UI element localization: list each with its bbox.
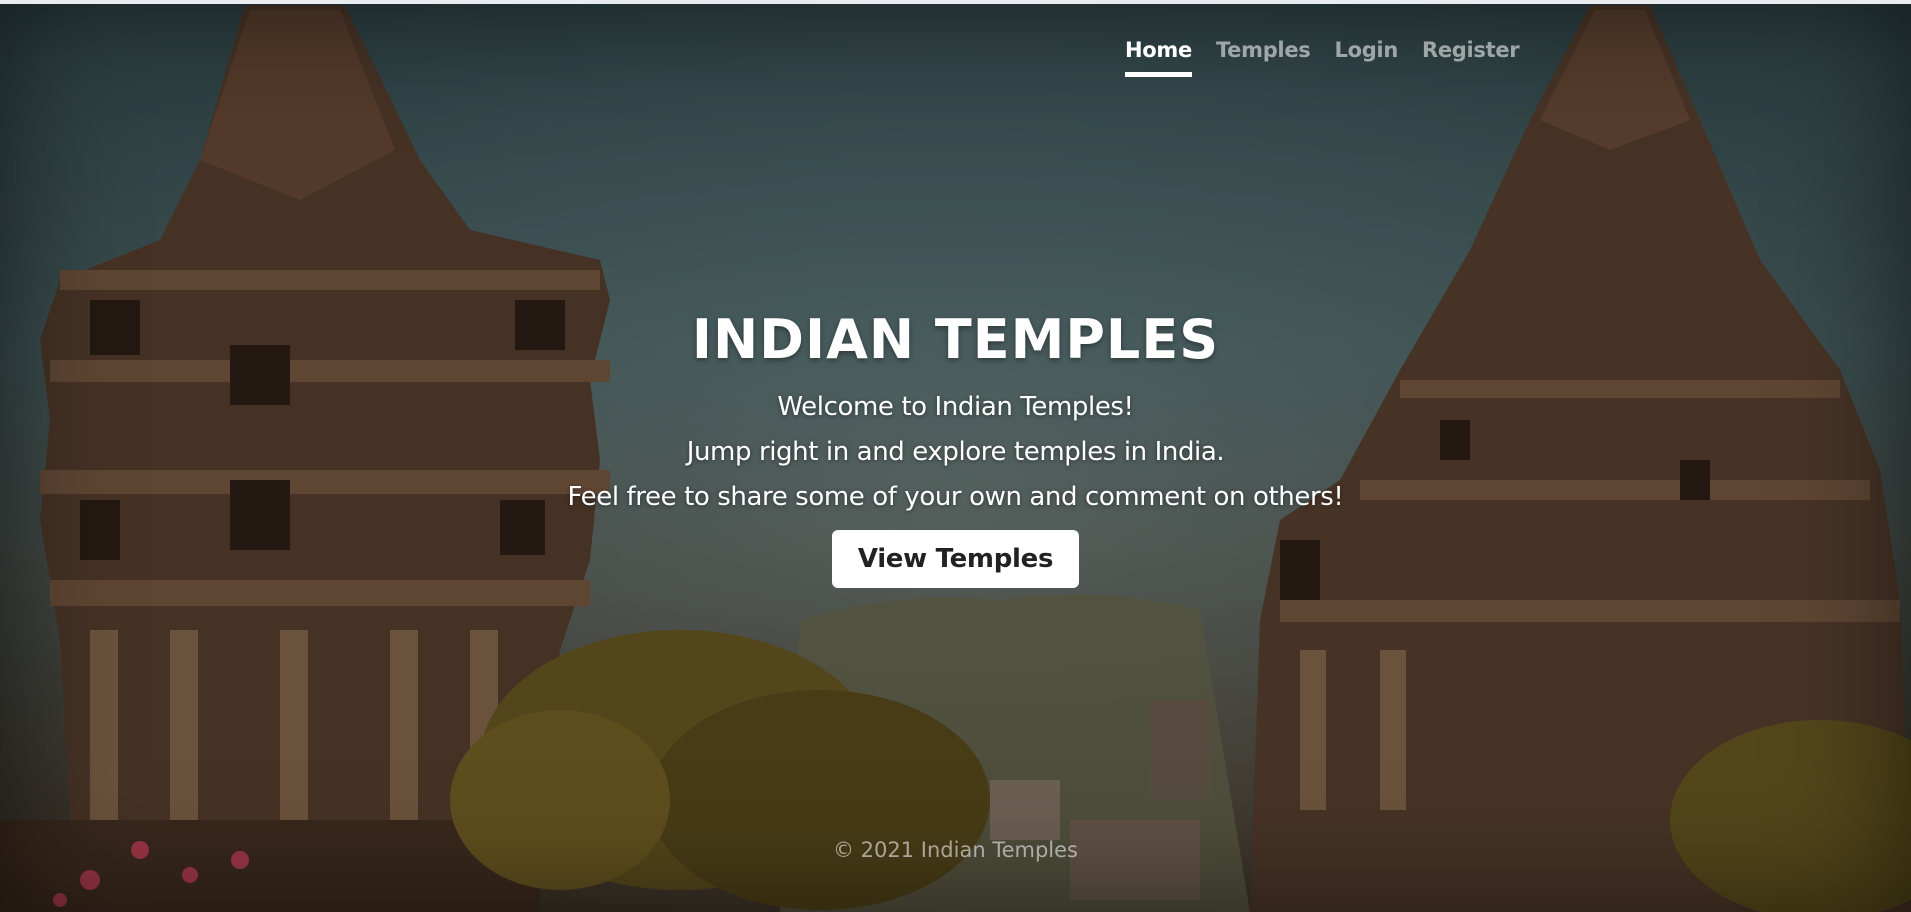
hero-line-welcome: Welcome to Indian Temples! [777,392,1134,422]
hero-description: Welcome to Indian Temples! Jump right in… [0,385,1911,520]
view-temples-button[interactable]: View Temples [831,530,1080,588]
landing-page: Home Temples Login Register INDIAN TEMPL… [0,0,1911,912]
page-title: INDIAN TEMPLES [691,308,1220,371]
browser-top-edge [0,0,1911,4]
nav-link-home[interactable]: Home [1125,38,1192,77]
nav-link-temples[interactable]: Temples [1216,38,1311,77]
main-nav: Home Temples Login Register [1125,38,1520,77]
nav-link-login[interactable]: Login [1334,38,1398,77]
hero-line-explore: Jump right in and explore temples in Ind… [686,437,1225,467]
footer-copyright: © 2021 Indian Temples [833,838,1078,862]
hero-line-share: Feel free to share some of your own and … [567,482,1344,512]
nav-link-register[interactable]: Register [1422,38,1520,77]
hero-section: INDIAN TEMPLES Welcome to Indian Temples… [0,305,1911,588]
